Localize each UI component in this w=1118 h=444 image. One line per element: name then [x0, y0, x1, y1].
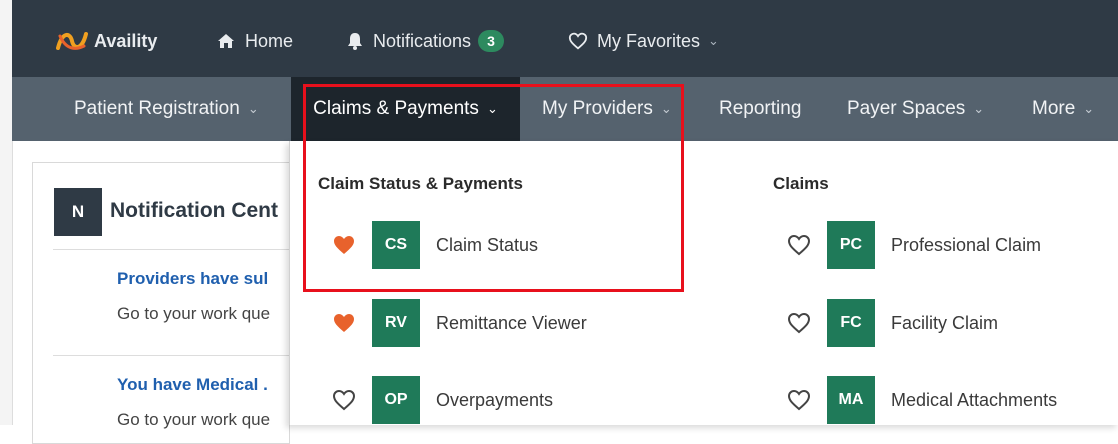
- menu-item-label: Professional Claim: [891, 234, 1042, 255]
- menu-item-facility-claim[interactable]: FC Facility Claim: [787, 299, 998, 347]
- heart-filled-icon[interactable]: [332, 312, 356, 334]
- brand-link[interactable]: Availity: [54, 28, 157, 54]
- top-bar: Availity Home Notifications 3 My Favorit…: [12, 0, 1118, 77]
- heart-outline-icon[interactable]: [787, 312, 811, 334]
- nav-reporting[interactable]: Reporting: [719, 77, 801, 141]
- message-title-link[interactable]: Providers have sul: [117, 269, 268, 289]
- app-tile-icon: RV: [372, 299, 420, 347]
- notification-center-panel: N Notification Cent Providers have sul G…: [32, 162, 290, 444]
- bell-icon: [348, 33, 362, 50]
- favorites-label: My Favorites: [597, 30, 701, 51]
- nav-more[interactable]: More ⌄: [1032, 77, 1094, 141]
- nav-label: Reporting: [719, 98, 802, 119]
- notification-center-icon: N: [54, 188, 102, 236]
- nav-label: Payer Spaces: [847, 98, 966, 119]
- app-tile-icon: OP: [372, 376, 420, 424]
- notifications-label: Notifications: [373, 30, 472, 51]
- menu-item-label: Overpayments: [436, 389, 554, 410]
- menu-item-label: Medical Attachments: [891, 389, 1058, 410]
- menu-item-medical-attachments[interactable]: MA Medical Attachments: [787, 376, 1057, 424]
- chevron-down-icon: ⌄: [1083, 101, 1095, 116]
- nav-patient-registration[interactable]: Patient Registration ⌄: [74, 77, 259, 141]
- menu-item-overpayments[interactable]: OP Overpayments: [332, 376, 553, 424]
- menu-item-professional-claim[interactable]: PC Professional Claim: [787, 221, 1041, 269]
- home-icon: [218, 34, 234, 48]
- message-body: Go to your work que: [117, 304, 271, 323]
- chevron-down-icon: ⌄: [247, 101, 259, 116]
- nav-payer-spaces[interactable]: Payer Spaces ⌄: [847, 77, 984, 141]
- message-title-link[interactable]: You have Medical .: [117, 375, 268, 395]
- heart-outline-icon[interactable]: [787, 234, 811, 256]
- menu-item-label: Facility Claim: [891, 312, 999, 333]
- heart-outline-icon[interactable]: [332, 389, 356, 411]
- divider: [53, 249, 289, 250]
- heart-outline-icon[interactable]: [787, 389, 811, 411]
- nav-label: More: [1032, 98, 1076, 119]
- app-tile-icon: FC: [827, 299, 875, 347]
- app-tile-icon: MA: [827, 376, 875, 424]
- notifications-link[interactable]: Notifications 3: [347, 28, 505, 54]
- message-body: Go to your work que: [117, 410, 271, 429]
- app-tile-icon: PC: [827, 221, 875, 269]
- nav-label: Patient Registration: [74, 98, 240, 119]
- highlight-annotation-box: [303, 84, 684, 292]
- home-link[interactable]: Home: [217, 28, 293, 54]
- heart-outline-icon: [568, 32, 588, 50]
- divider: [53, 355, 289, 356]
- notifications-count-badge: 3: [478, 30, 505, 52]
- column-heading-claims: Claims: [773, 174, 829, 193]
- favorites-menu[interactable]: My Favorites ⌄: [568, 28, 719, 54]
- home-label: Home: [245, 30, 294, 51]
- chevron-down-icon: ⌄: [708, 33, 719, 48]
- brand-name: Availity: [94, 30, 158, 51]
- menu-item-label: Remittance Viewer: [436, 312, 587, 333]
- availity-logo-icon: [56, 32, 88, 50]
- menu-item-remittance-viewer[interactable]: RV Remittance Viewer: [332, 299, 587, 347]
- notification-center-title: Notification Cent: [110, 199, 278, 222]
- chevron-down-icon: ⌄: [973, 101, 985, 116]
